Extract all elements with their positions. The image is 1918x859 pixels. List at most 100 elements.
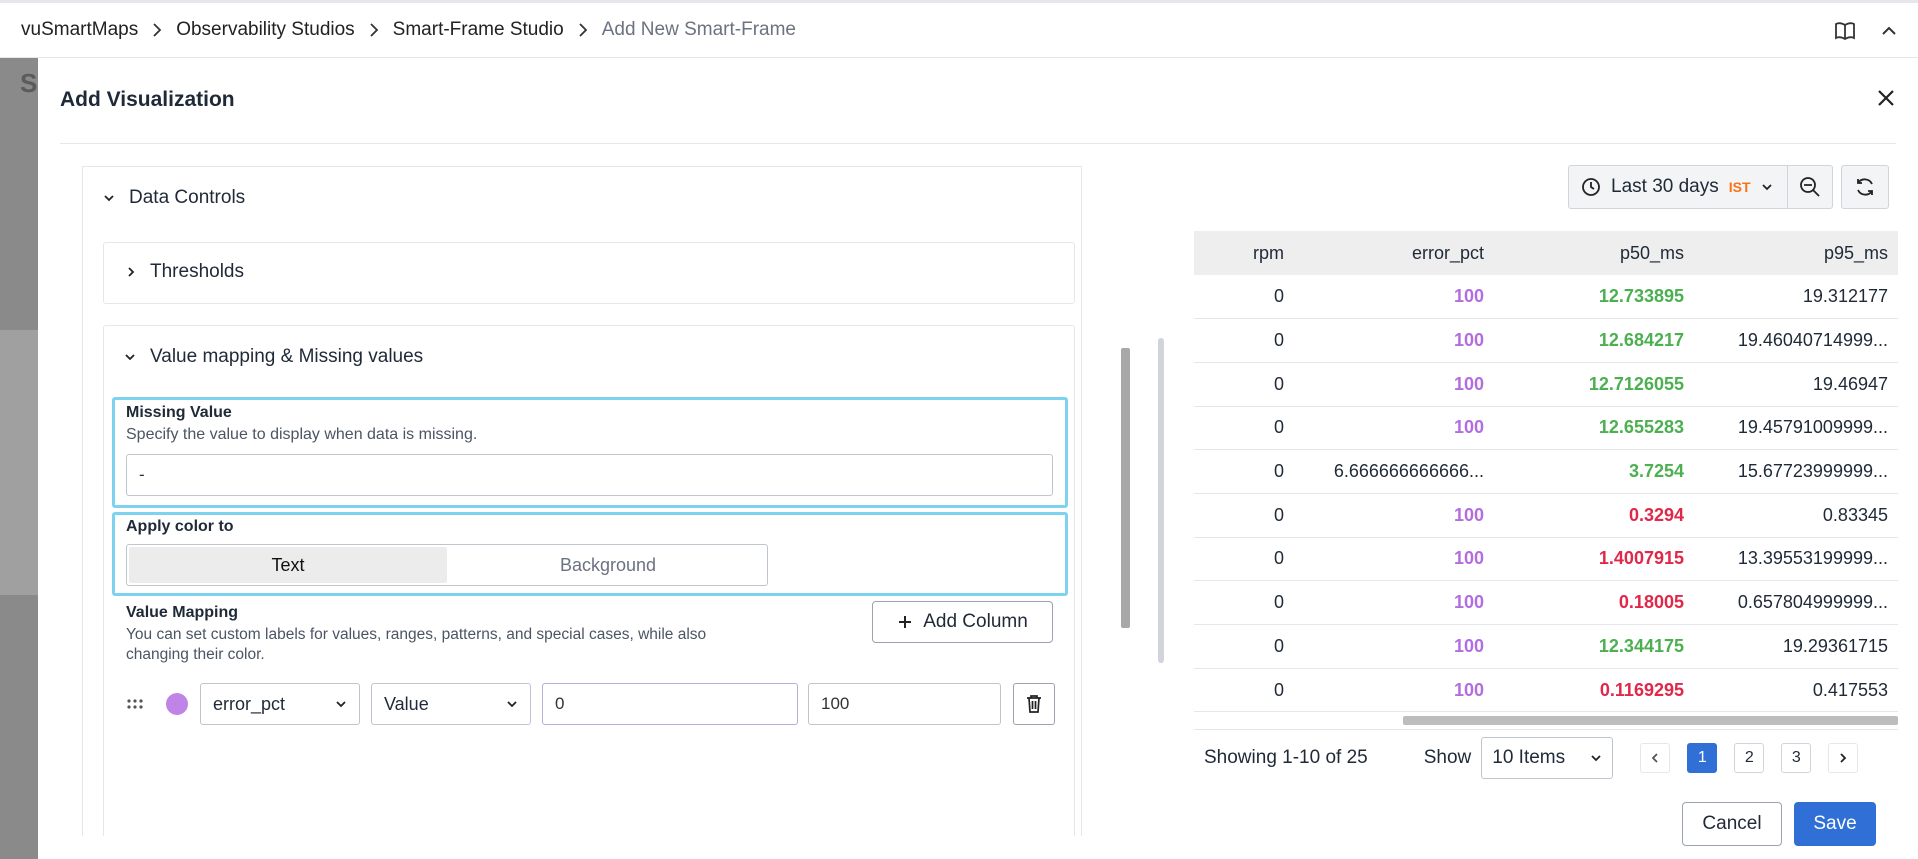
column-header-error-pct[interactable]: error_pct bbox=[1294, 231, 1494, 275]
save-button[interactable]: Save bbox=[1794, 802, 1876, 846]
add-column-label: Add Column bbox=[923, 611, 1028, 632]
drag-handle-icon[interactable] bbox=[126, 698, 144, 710]
mapping-type-select[interactable]: Value bbox=[371, 683, 531, 725]
table-cell-p50-ms: 12.733895 bbox=[1494, 275, 1694, 320]
thresholds-title: Thresholds bbox=[150, 261, 244, 282]
table-horizontal-scrollbar[interactable] bbox=[1403, 716, 1898, 725]
table-cell-p50-ms: 1.4007915 bbox=[1494, 537, 1694, 582]
value-mapping-label: Value Mapping bbox=[126, 604, 239, 621]
chevron-right-icon bbox=[152, 23, 162, 37]
mapping-type-value: Value bbox=[384, 693, 429, 714]
column-header-p50-ms[interactable]: p50_ms bbox=[1494, 231, 1694, 275]
table-cell-p50-ms: 12.7126055 bbox=[1494, 362, 1694, 407]
table-cell-error-pct: 100 bbox=[1294, 537, 1494, 582]
close-icon[interactable] bbox=[1876, 88, 1896, 108]
page-button-1[interactable]: 1 bbox=[1687, 742, 1718, 773]
table-row: 0 100 12.344175 19.29361715 bbox=[1194, 624, 1898, 669]
timezone-badge: IST bbox=[1728, 179, 1751, 195]
breadcrumb-item-vusmartmaps[interactable]: vuSmartMaps bbox=[21, 19, 138, 41]
preview-scrollbar-thumb[interactable] bbox=[1158, 338, 1164, 663]
value-mapping-header[interactable]: Value mapping & Missing values bbox=[124, 346, 423, 368]
thresholds-header[interactable]: Thresholds bbox=[126, 261, 244, 283]
table-cell-p50-ms: 0.3294 bbox=[1494, 493, 1694, 538]
chevron-up-icon[interactable] bbox=[1880, 21, 1898, 41]
prev-page-button[interactable] bbox=[1640, 742, 1671, 773]
page-button-3[interactable]: 3 bbox=[1781, 742, 1812, 773]
next-page-button[interactable] bbox=[1828, 742, 1859, 773]
zoom-out-button[interactable] bbox=[1788, 166, 1832, 208]
time-range-picker[interactable]: Last 30 days IST bbox=[1569, 166, 1788, 208]
chevron-down-icon bbox=[124, 352, 136, 362]
column-header-rpm[interactable]: rpm bbox=[1194, 231, 1294, 275]
apply-color-background-option[interactable]: Background bbox=[449, 545, 767, 585]
mapping-color-swatch[interactable] bbox=[166, 693, 188, 715]
table-cell-p95-ms: 13.39553199999... bbox=[1694, 537, 1898, 582]
apply-color-text-option[interactable]: Text bbox=[129, 547, 447, 583]
plus-icon bbox=[897, 614, 913, 630]
table-cell-error-pct: 6.666666666666... bbox=[1294, 449, 1494, 494]
table-cell-error-pct: 100 bbox=[1294, 406, 1494, 451]
table-cell-p50-ms: 0.18005 bbox=[1494, 580, 1694, 625]
table-cell-p95-ms: 0.417553 bbox=[1694, 668, 1898, 713]
chevron-right-icon bbox=[578, 23, 588, 37]
table-row: 0 100 12.684217 19.46040714999... bbox=[1194, 318, 1898, 363]
value-mapping-title: Value mapping & Missing values bbox=[150, 346, 424, 367]
table-row: 0 6.666666666666... 3.7254 15.67723999999..… bbox=[1194, 449, 1898, 494]
cancel-button[interactable]: Cancel bbox=[1682, 802, 1782, 846]
table-cell-p95-ms: 15.67723999999... bbox=[1694, 449, 1898, 494]
breadcrumb-item-observability-studios[interactable]: Observability Studios bbox=[176, 19, 354, 41]
preview-table: rpm error_pct p50_ms p95_ms 0 100 12.73389… bbox=[1194, 231, 1898, 729]
table-cell-error-pct: 100 bbox=[1294, 493, 1494, 538]
apply-color-label: Apply color to bbox=[126, 518, 234, 535]
data-controls-panel: Data Controls Thresholds Value mapping &… bbox=[82, 166, 1082, 836]
table-cell-p50-ms: 0.1169295 bbox=[1494, 668, 1694, 713]
mapping-from-input[interactable]: 0 bbox=[542, 683, 798, 725]
add-column-button[interactable]: Add Column bbox=[872, 601, 1053, 643]
table-cell-error-pct: 100 bbox=[1294, 580, 1494, 625]
table-cell-rpm: 0 bbox=[1194, 449, 1294, 494]
page-size-select[interactable]: 10 Items bbox=[1481, 736, 1614, 779]
time-range-label: Last 30 days bbox=[1611, 176, 1719, 197]
table-cell-rpm: 0 bbox=[1194, 580, 1294, 625]
table-row: 0 100 12.733895 19.312177 bbox=[1194, 275, 1898, 320]
table-cell-error-pct: 100 bbox=[1294, 624, 1494, 669]
chevron-right-icon bbox=[126, 266, 136, 278]
missing-value-description: Specify the value to display when data i… bbox=[126, 426, 478, 443]
table-cell-error-pct: 100 bbox=[1294, 362, 1494, 407]
value-mapping-description-line1: You can set custom labels for values, ra… bbox=[126, 626, 707, 643]
background-page-title-fragment: S bbox=[20, 68, 38, 98]
table-cell-p95-ms: 19.46947 bbox=[1694, 362, 1898, 407]
mapping-column-select[interactable]: error_pct bbox=[200, 683, 360, 725]
table-cell-rpm: 0 bbox=[1194, 362, 1294, 407]
time-range-group: Last 30 days IST bbox=[1568, 165, 1833, 209]
page-size-label: Show bbox=[1423, 746, 1472, 768]
table-cell-rpm: 0 bbox=[1194, 624, 1294, 669]
table-row: 0 100 12.7126055 19.46947 bbox=[1194, 362, 1898, 407]
book-icon[interactable] bbox=[1834, 21, 1856, 41]
pagination-summary: Showing 1-10 of 25 bbox=[1204, 746, 1368, 768]
table-cell-p95-ms: 0.83345 bbox=[1694, 493, 1898, 538]
mapping-to-input[interactable]: 100 bbox=[808, 683, 1001, 725]
refresh-button[interactable] bbox=[1840, 165, 1889, 209]
breadcrumb-item-smart-frame-studio[interactable]: Smart-Frame Studio bbox=[393, 19, 564, 41]
trash-icon bbox=[1026, 694, 1042, 714]
column-header-p95-ms[interactable]: p95_ms bbox=[1694, 231, 1898, 275]
page-button-2[interactable]: 2 bbox=[1734, 742, 1765, 773]
table-cell-rpm: 0 bbox=[1194, 318, 1294, 363]
table-cell-p95-ms: 0.657804999999... bbox=[1694, 580, 1898, 625]
preview-scrollbar-track[interactable] bbox=[1158, 338, 1164, 663]
table-cell-p50-ms: 12.684217 bbox=[1494, 318, 1694, 363]
table-cell-p95-ms: 19.45791009999... bbox=[1694, 406, 1898, 451]
table-cell-error-pct: 100 bbox=[1294, 275, 1494, 320]
chevron-down-icon bbox=[506, 699, 518, 709]
left-panel-scrollbar[interactable] bbox=[1121, 348, 1130, 628]
background-scrollbar bbox=[0, 330, 38, 595]
table-cell-p50-ms: 12.344175 bbox=[1494, 624, 1694, 669]
table-cell-rpm: 0 bbox=[1194, 493, 1294, 538]
missing-value-input[interactable]: - bbox=[126, 454, 1053, 496]
top-bar: vuSmartMaps Observability Studios Smart-… bbox=[0, 0, 1918, 58]
data-controls-header[interactable]: Data Controls bbox=[103, 187, 245, 209]
value-mapping-accordion: Value mapping & Missing values Missing V… bbox=[103, 325, 1075, 836]
thresholds-accordion[interactable]: Thresholds bbox=[103, 242, 1075, 304]
delete-mapping-button[interactable] bbox=[1013, 683, 1055, 725]
